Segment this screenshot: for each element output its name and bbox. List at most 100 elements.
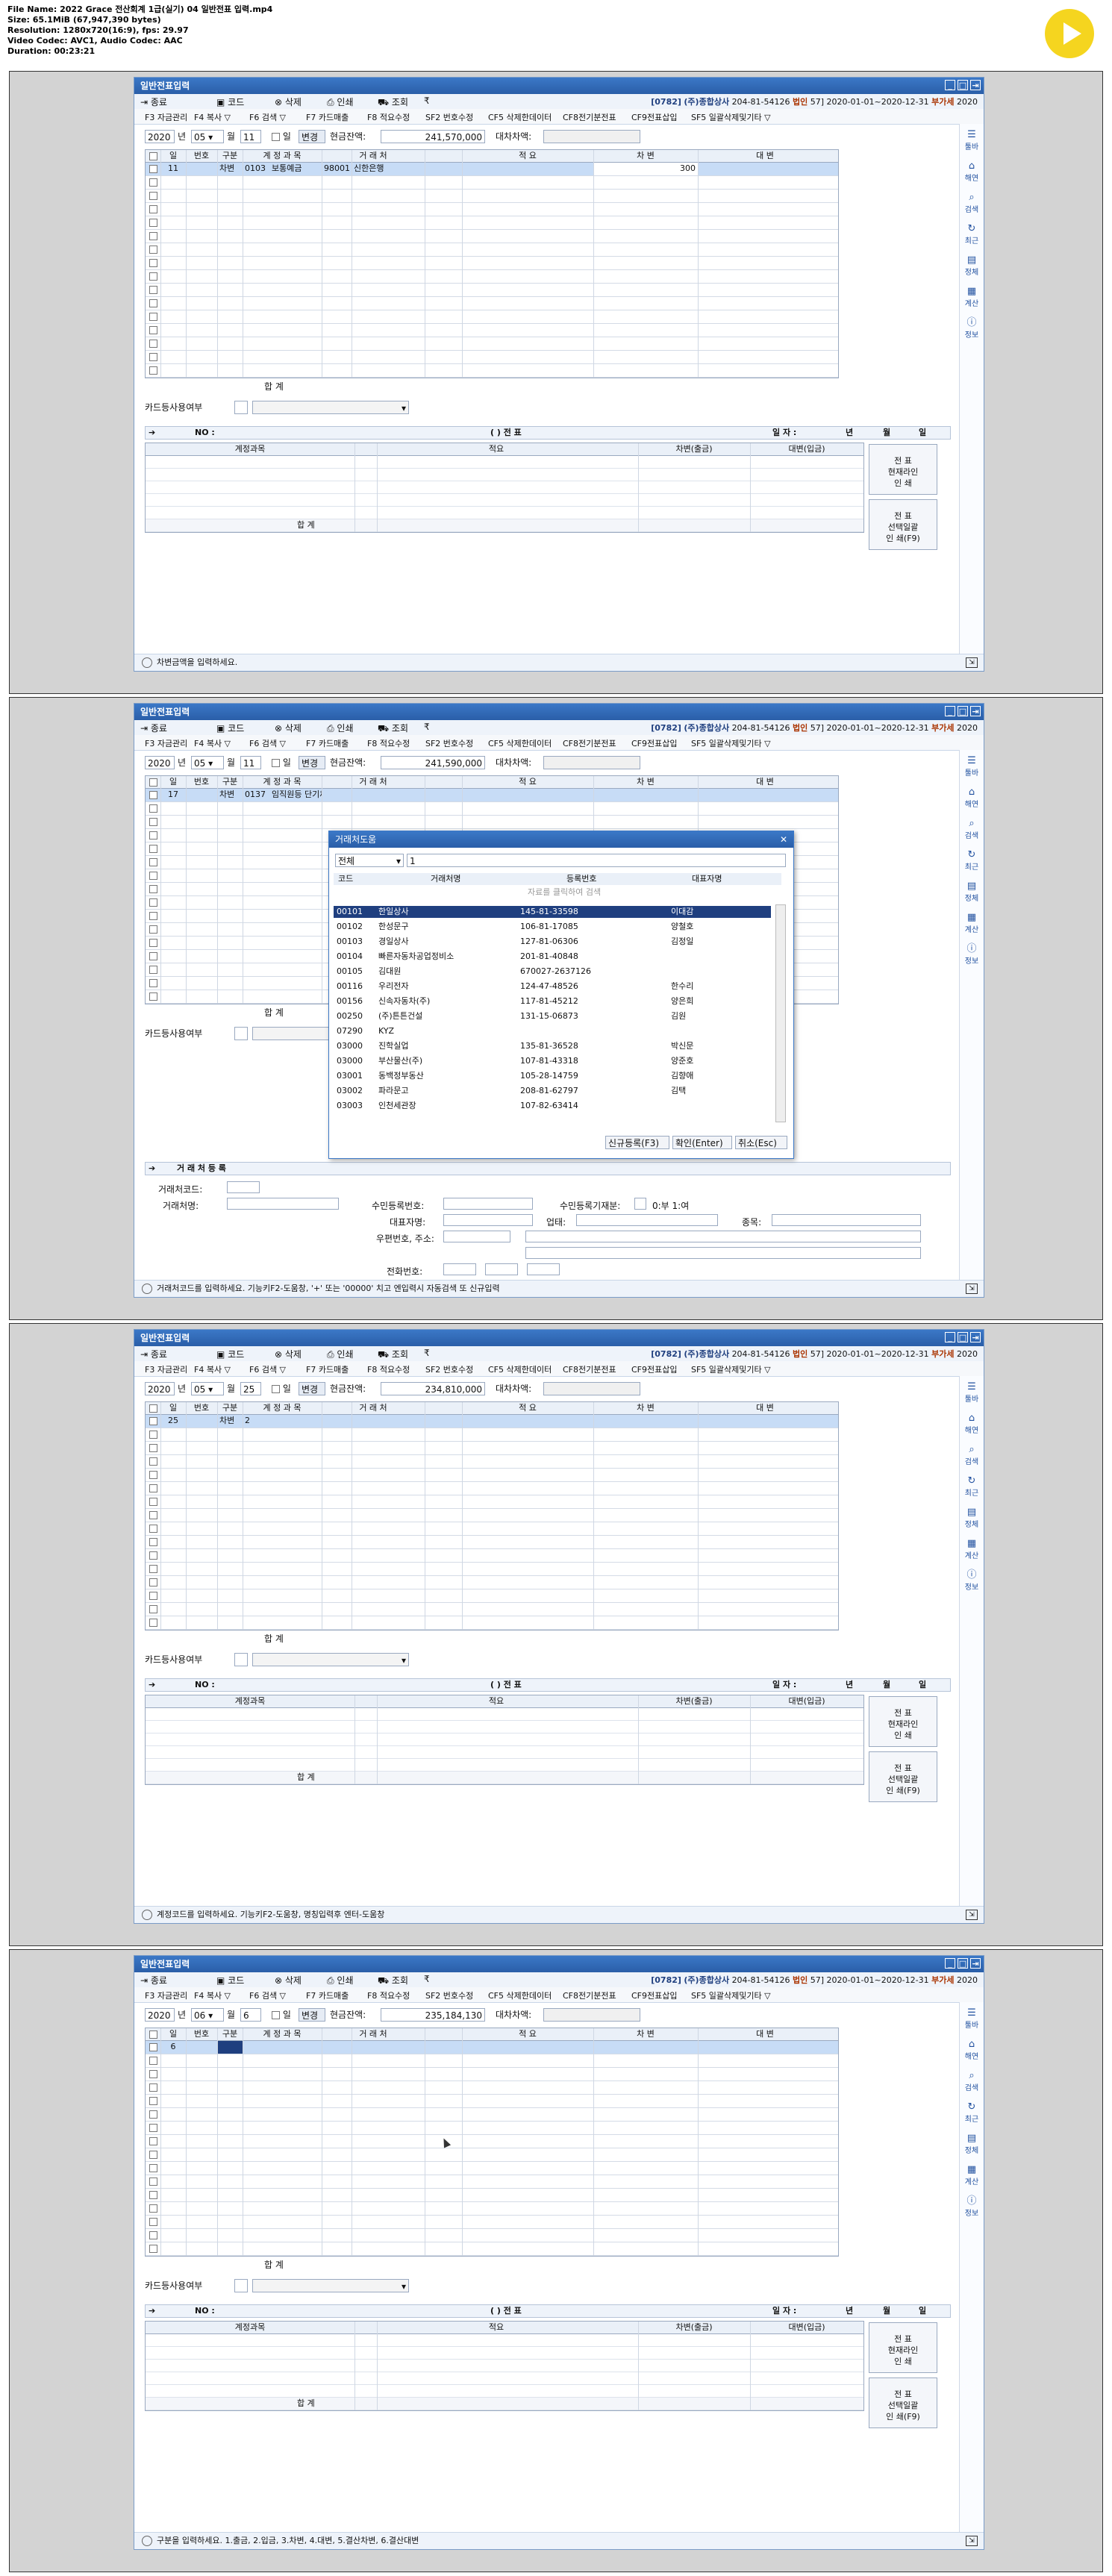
reg-address-detail-input[interactable] — [525, 1247, 921, 1259]
close-icon[interactable]: ✕ — [780, 831, 787, 848]
table-row[interactable] — [146, 1563, 838, 1576]
table-row[interactable] — [146, 176, 838, 190]
row-checkbox[interactable] — [147, 937, 160, 949]
change-button[interactable]: 변경 — [299, 130, 325, 143]
table-row[interactable] — [146, 1549, 838, 1563]
maximize-icon[interactable]: □ — [958, 80, 968, 90]
fkey-button[interactable]: F7 카드매출 — [306, 737, 349, 749]
client-list-item[interactable]: 07290 KYZ — [334, 1025, 771, 1037]
row-checkbox[interactable] — [147, 950, 160, 963]
fkey-button[interactable]: CF5 삭제한데이터 — [488, 1363, 552, 1375]
table-row[interactable] — [146, 2229, 838, 2242]
row-checkbox[interactable] — [147, 2108, 160, 2121]
close-icon[interactable]: ⇥ — [970, 1332, 981, 1342]
cell-day[interactable]: 6 — [160, 2041, 186, 2054]
year-input[interactable]: 2020 — [145, 130, 175, 143]
table-row[interactable] — [146, 1455, 838, 1469]
row-checkbox[interactable] — [147, 176, 160, 189]
table-row[interactable] — [146, 203, 838, 216]
table-row[interactable] — [146, 190, 838, 203]
fkey-button[interactable]: F7 카드매출 — [306, 1989, 349, 2001]
close-button[interactable]: ⇥ 종료 — [140, 1974, 167, 1986]
cell-client[interactable] — [352, 789, 425, 801]
delete-button[interactable]: ⊗ 삭제 — [275, 96, 302, 108]
cell-day[interactable]: 25 — [160, 1415, 186, 1428]
table-row[interactable] — [146, 1495, 838, 1509]
card-usage-checkbox[interactable] — [234, 1027, 248, 1040]
table-row[interactable] — [146, 1536, 838, 1549]
client-list-item[interactable]: 00156 신속자동차(주) 117-81-45212 양은희 — [334, 995, 771, 1007]
sidebar-item[interactable]: ⌂ 해연 — [960, 2039, 984, 2062]
reg-phone-3[interactable] — [527, 1263, 560, 1275]
sidebar-item[interactable]: ⓘ 정보 — [960, 2196, 984, 2219]
journal-row[interactable] — [146, 1746, 863, 1759]
journal-row[interactable] — [146, 2347, 863, 2360]
table-row[interactable]: 25 차변 2 — [146, 1415, 838, 1428]
sidebar-item[interactable]: ▦ 계산 — [960, 287, 984, 309]
row-checkbox[interactable] — [147, 2216, 160, 2228]
sidebar-item[interactable]: ↻ 최근 — [960, 1476, 984, 1498]
maximize-icon[interactable]: □ — [958, 706, 968, 716]
table-row[interactable] — [146, 2054, 838, 2068]
print-current-line-button[interactable]: 전 표 현재라인 인 쇄 — [869, 1696, 937, 1747]
cell-client-code[interactable]: 98001 — [322, 163, 352, 175]
journal-row[interactable] — [146, 2334, 863, 2347]
month-select[interactable]: 05 ▾ — [191, 1382, 224, 1395]
client-list-item[interactable]: 03001 동백정부동산 105-28-14759 김향애 — [334, 1070, 771, 1082]
journal-row[interactable] — [146, 2385, 863, 2398]
cell-memo[interactable] — [462, 1415, 593, 1428]
table-row[interactable] — [146, 270, 838, 284]
print-selected-button[interactable]: 전 표 선택일괄 인 쇄(F9) — [869, 2378, 937, 2428]
fkey-button[interactable]: SF5 일괄삭제및기타 ▽ — [691, 1989, 771, 2001]
cell-credit[interactable] — [698, 163, 832, 175]
fkey-button[interactable]: CF5 삭제한데이터 — [488, 737, 552, 749]
print-button[interactable]: ⎙ 인쇄 — [327, 1974, 354, 1986]
table-row[interactable] — [146, 1576, 838, 1589]
cell-account[interactable]: 임직원등 단기채권 — [269, 789, 322, 801]
table-row[interactable] — [146, 243, 838, 257]
fkey-button[interactable]: F4 복사 ▽ — [194, 111, 231, 123]
header-checkbox[interactable] — [147, 150, 160, 162]
table-row[interactable] — [146, 284, 838, 297]
sidebar-item[interactable]: ↻ 최근 — [960, 850, 984, 872]
code-button[interactable]: ▣ 코드 — [216, 1348, 244, 1360]
cell-no[interactable] — [186, 2041, 217, 2054]
journal-row[interactable] — [146, 456, 863, 469]
more-button[interactable]: ₹ — [424, 722, 430, 732]
year-input[interactable]: 2020 — [145, 2008, 175, 2022]
row-checkbox[interactable] — [147, 1589, 160, 1602]
row-checkbox[interactable] — [147, 1616, 160, 1629]
cell-no[interactable] — [186, 789, 217, 801]
close-icon[interactable]: ⇥ — [970, 80, 981, 90]
table-row[interactable] — [146, 2189, 838, 2202]
cell-credit[interactable] — [698, 2041, 832, 2054]
day-checkbox[interactable] — [272, 2011, 280, 2019]
table-row[interactable] — [146, 2135, 838, 2148]
fkey-button[interactable]: CF8전기분전표 — [563, 737, 616, 749]
day-checkbox[interactable] — [272, 133, 280, 141]
print-current-line-button[interactable]: 전 표 현재라인 인 쇄 — [869, 2322, 937, 2373]
row-checkbox[interactable] — [147, 2229, 160, 2242]
row-checkbox[interactable] — [147, 816, 160, 828]
fkey-button[interactable]: CF9전표삽입 — [631, 1989, 678, 2001]
cell-memo[interactable] — [462, 789, 593, 801]
sidebar-item[interactable]: ⌕ 검색 — [960, 1445, 984, 1467]
client-list-item[interactable]: 03000 부산물산(주) 107-81-43318 양준호 — [334, 1055, 771, 1067]
fkey-button[interactable]: F7 카드매출 — [306, 111, 349, 123]
sidebar-item[interactable]: ⌕ 검색 — [960, 193, 984, 215]
journal-row[interactable] — [146, 469, 863, 481]
row-checkbox[interactable] — [147, 1442, 160, 1454]
end-icon[interactable]: ⇲ — [966, 657, 978, 668]
table-row[interactable] — [146, 2162, 838, 2175]
client-search-input[interactable]: 1 — [407, 854, 786, 867]
cell-account[interactable]: 보통예금 — [269, 163, 322, 175]
cell-debit[interactable] — [593, 2041, 698, 2054]
cell-no[interactable] — [186, 1415, 217, 1428]
table-row[interactable] — [146, 257, 838, 270]
print-button[interactable]: ⎙ 인쇄 — [327, 96, 354, 108]
row-checkbox[interactable] — [147, 270, 160, 283]
day-checkbox[interactable] — [272, 759, 280, 767]
row-checkbox[interactable] — [147, 310, 160, 323]
row-checkbox[interactable] — [147, 1428, 160, 1441]
row-checkbox[interactable] — [147, 2054, 160, 2067]
